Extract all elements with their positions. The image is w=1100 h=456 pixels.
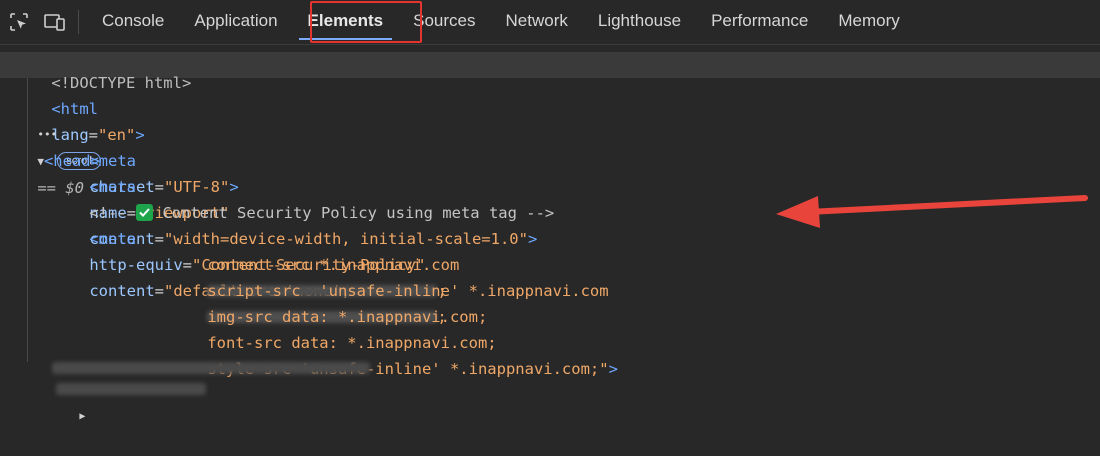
red-arrow-annotation [776,195,1088,228]
expand-triangle-icon[interactable]: ▶ [79,411,85,422]
